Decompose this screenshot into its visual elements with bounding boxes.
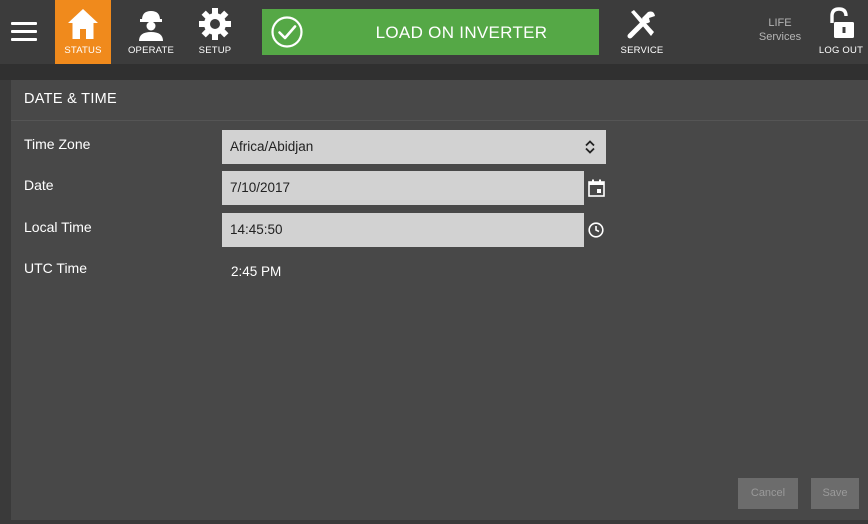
banner-text: LOAD ON INVERTER: [375, 23, 548, 42]
services-label: Services: [758, 31, 802, 43]
utc-time-value: 2:45 PM: [231, 264, 282, 279]
time-zone-value: Africa/Abidjan: [230, 139, 314, 154]
clock-icon[interactable]: [587, 221, 605, 239]
save-button[interactable]: Save: [811, 478, 859, 509]
service-tab-label: SERVICE: [620, 45, 664, 56]
date-input[interactable]: 7/10/2017: [222, 171, 584, 205]
setup-tab[interactable]: SETUP: [188, 0, 242, 64]
time-zone-select[interactable]: Africa/Abidjan: [222, 130, 606, 164]
life-label: LIFE: [768, 17, 792, 29]
sub-header-strip: [0, 64, 868, 80]
local-time-input[interactable]: 14:45:50: [222, 213, 584, 247]
menu-button[interactable]: [8, 12, 40, 52]
logout-label: LOG OUT: [818, 45, 864, 56]
tools-icon: [627, 10, 655, 39]
panel-divider: [11, 120, 868, 121]
select-arrows-icon: [585, 140, 595, 154]
top-navigation-bar: STATUS OPERATE SETUP LOAD ON INVERTER SE…: [0, 0, 868, 75]
cancel-button[interactable]: Cancel: [738, 478, 798, 509]
checkmark-circle-icon: [271, 16, 303, 48]
home-icon: [68, 9, 98, 39]
operate-tab[interactable]: OPERATE: [120, 0, 182, 64]
local-time-label: Local Time: [24, 219, 92, 235]
operator-icon: [139, 11, 163, 41]
logout-button[interactable]: LOG OUT: [814, 0, 868, 64]
service-tab[interactable]: SERVICE: [612, 0, 672, 64]
status-tab-label: STATUS: [64, 45, 102, 56]
operate-tab-label: OPERATE: [127, 45, 175, 56]
status-tab[interactable]: STATUS: [55, 0, 111, 64]
unlock-icon: [830, 7, 854, 38]
date-label: Date: [24, 177, 54, 193]
life-services-button[interactable]: LIFE Services: [748, 0, 812, 64]
time-zone-label: Time Zone: [24, 136, 91, 152]
utc-time-label: UTC Time: [24, 260, 87, 276]
gear-icon: [199, 8, 231, 40]
setup-tab-label: SETUP: [198, 45, 232, 56]
system-status-banner: LOAD ON INVERTER: [262, 9, 599, 55]
calendar-icon[interactable]: [587, 178, 607, 198]
panel-title: DATE & TIME: [24, 91, 117, 107]
local-time-value: 14:45:50: [230, 222, 283, 237]
date-value: 7/10/2017: [230, 180, 291, 195]
